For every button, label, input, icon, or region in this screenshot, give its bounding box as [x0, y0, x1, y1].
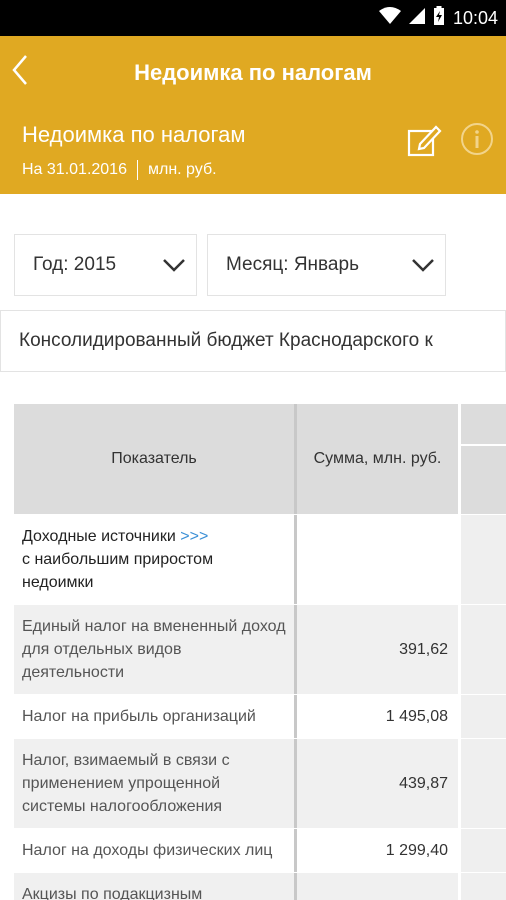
table-cell-sum: 391,62	[297, 605, 461, 694]
table-cell-sum	[297, 873, 461, 900]
table-cell-extra	[461, 739, 506, 828]
signal-icon	[408, 7, 425, 29]
appbar-title: Недоимка по налогам	[134, 60, 372, 85]
battery-icon	[433, 6, 445, 30]
table-cell-extra	[461, 873, 506, 900]
table-row-group: Доходные источники >>> с наибольшим прир…	[14, 514, 506, 604]
back-button[interactable]	[10, 54, 40, 90]
data-table: Показатель Сумма, млн. руб. Доходные ист…	[14, 404, 506, 900]
report-date: На 31.01.2016	[22, 161, 127, 178]
table-row[interactable]: Налог на прибыль организаций 1 495,08	[14, 694, 506, 738]
status-time: 10:04	[452, 7, 498, 28]
edit-button[interactable]	[406, 122, 442, 158]
table-row[interactable]: Налог на доходы физических лиц 1 299,40	[14, 828, 506, 872]
column-header-indicator[interactable]: Показатель	[14, 404, 297, 514]
table-cell-sum: 439,87	[297, 739, 461, 828]
table-row[interactable]: Единый налог на вмененный доход для отде…	[14, 604, 506, 694]
table-cell-name: Налог, взимаемый в связи с применением у…	[14, 739, 297, 828]
app-bar: Недоимка по налогам	[0, 36, 506, 110]
table-cell-name: Единый налог на вмененный доход для отде…	[14, 605, 297, 694]
month-select[interactable]: Месяц: Январь	[207, 234, 446, 296]
column-header-extra	[461, 404, 506, 514]
chevron-down-icon	[163, 259, 185, 272]
month-select-value: Месяц: Январь	[226, 254, 359, 275]
group-label-line2: с наибольшим приростом недоимки	[22, 551, 214, 591]
wifi-icon	[378, 7, 401, 29]
column-header-sum[interactable]: Сумма, млн. руб.	[297, 404, 461, 514]
chevron-left-icon	[12, 55, 27, 85]
group-label: Доходные источники >>> с наибольшим прир…	[14, 515, 297, 604]
table-cell-extra	[461, 515, 506, 604]
year-select-value: Год: 2015	[33, 254, 117, 275]
table-header: Показатель Сумма, млн. руб.	[14, 404, 506, 514]
header-cell	[461, 404, 506, 446]
group-label-line1: Доходные источники	[22, 528, 176, 545]
table-cell-sum	[297, 515, 461, 604]
table-cell-sum: 1 299,40	[297, 829, 461, 872]
report-unit: млн. руб.	[147, 161, 217, 178]
filter-row: Год: 2015 Месяц: Январь	[14, 234, 492, 296]
filters: Год: 2015 Месяц: Январь	[0, 194, 506, 296]
year-select[interactable]: Год: 2015	[14, 234, 197, 296]
info-button[interactable]	[460, 122, 494, 156]
status-bar: 10:04	[0, 0, 506, 36]
budget-select[interactable]: Консолидированный бюджет Краснодарского …	[0, 310, 506, 372]
divider	[136, 160, 138, 180]
group-link[interactable]: >>>	[180, 528, 208, 545]
table-row[interactable]: Акцизы по подакцизным	[14, 872, 506, 900]
edit-icon	[407, 125, 442, 157]
table-cell-name: Налог на доходы физических лиц	[14, 829, 297, 872]
table-row[interactable]: Налог, взимаемый в связи с применением у…	[14, 738, 506, 828]
report-header: Недоимка по налогам На 31.01.2016 млн. р…	[0, 110, 506, 194]
table-cell-sum: 1 495,08	[297, 695, 461, 738]
table-cell-name: Акцизы по подакцизным	[14, 873, 297, 900]
table-cell-extra	[461, 695, 506, 738]
table-cell-name: Налог на прибыль организаций	[14, 695, 297, 738]
info-icon	[461, 123, 493, 155]
table-cell-extra	[461, 829, 506, 872]
report-subtitle: На 31.01.2016 млн. руб.	[22, 160, 506, 180]
chevron-down-icon	[412, 259, 434, 272]
table-cell-extra	[461, 605, 506, 694]
